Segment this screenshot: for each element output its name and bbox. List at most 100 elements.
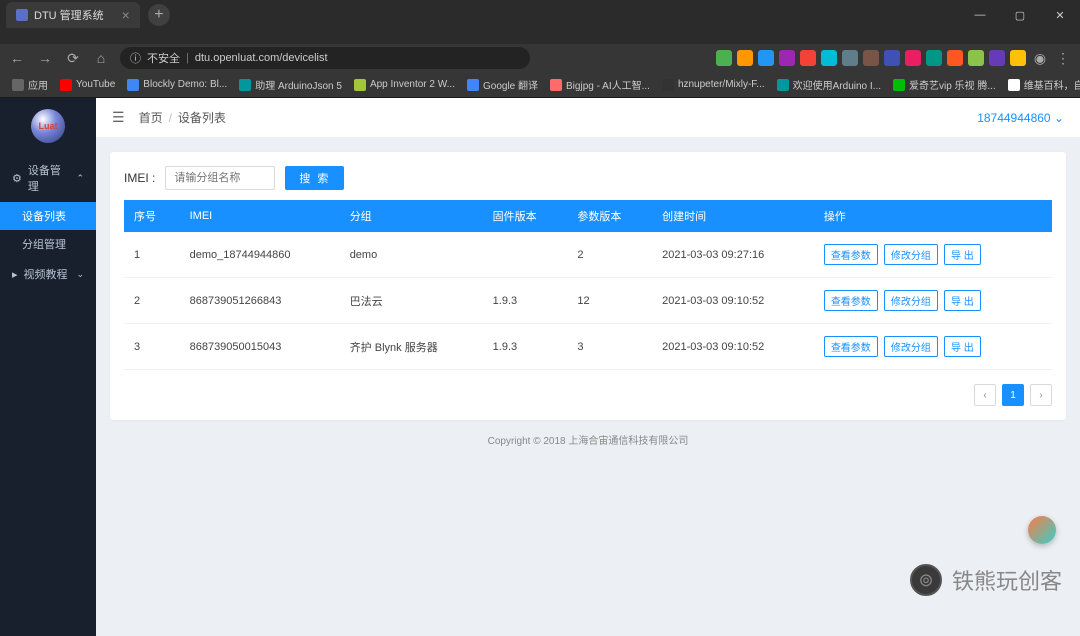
edit-group-button[interactable]: 修改分组 <box>884 290 938 311</box>
ext-icon[interactable] <box>863 50 879 66</box>
bookmark-item[interactable]: 维基百科，自由的... <box>1004 77 1080 92</box>
logo[interactable]: Luat <box>0 98 96 154</box>
wechat-icon: ⊚ <box>910 564 942 596</box>
extension-icons: ◉ ⋮ <box>716 50 1072 67</box>
export-button[interactable]: 导 出 <box>944 290 981 311</box>
address-bar[interactable]: ⓘ 不安全 | dtu.openluat.com/devicelist <box>120 47 530 69</box>
ext-icon[interactable] <box>758 50 774 66</box>
ext-icon[interactable] <box>989 50 1005 66</box>
apps-bookmark[interactable]: 应用 <box>8 77 52 92</box>
cell-index: 2 <box>124 278 180 324</box>
ext-icon[interactable] <box>779 50 795 66</box>
ext-icon[interactable] <box>1010 50 1026 66</box>
close-tab-icon[interactable]: × <box>122 7 130 23</box>
browser-tab[interactable]: DTU 管理系统 × <box>6 2 140 28</box>
cell-imei: 868739050015043 <box>180 324 340 370</box>
minimize-button[interactable]: — <box>960 0 1000 30</box>
ext-icon[interactable] <box>800 50 816 66</box>
cell-actions: 查看参数 修改分组 导 出 <box>814 278 1052 324</box>
url-text: dtu.openluat.com/devicelist <box>195 52 328 64</box>
ext-icon[interactable] <box>926 50 942 66</box>
ext-icon[interactable] <box>947 50 963 66</box>
chevron-down-icon: ⌄ <box>76 269 84 280</box>
sidebar-item-group-manage[interactable]: 分组管理 <box>0 230 96 258</box>
cell-created: 2021-03-03 09:10:52 <box>652 278 814 324</box>
close-window-button[interactable]: ✕ <box>1040 0 1080 30</box>
bookmark-item[interactable]: 欢迎使用Arduino I... <box>773 77 885 92</box>
lock-warning-icon: ⓘ <box>130 50 141 66</box>
cell-imei: demo_18744944860 <box>180 232 340 278</box>
cell-imei: 868739051266843 <box>180 278 340 324</box>
forward-button[interactable]: → <box>36 50 54 66</box>
edit-group-button[interactable]: 修改分组 <box>884 336 938 357</box>
bookmark-item[interactable]: hznupeter/Mixly-F... <box>658 79 769 91</box>
breadcrumb-current: 设备列表 <box>178 109 226 126</box>
ext-icon[interactable] <box>905 50 921 66</box>
edit-group-button[interactable]: 修改分组 <box>884 244 938 265</box>
page-prev[interactable]: ‹ <box>974 384 996 406</box>
page-1[interactable]: 1 <box>1002 384 1024 406</box>
export-button[interactable]: 导 出 <box>944 336 981 357</box>
ext-icon[interactable] <box>842 50 858 66</box>
th-group: 分组 <box>340 200 483 232</box>
table-row: 1 demo_18744944860 demo 2 2021-03-03 09:… <box>124 232 1052 278</box>
bookmark-item[interactable]: YouTube <box>56 79 119 91</box>
topbar: ☰ 首页 / 设备列表 18744944860 ⌄ <box>96 98 1080 138</box>
ext-icon[interactable] <box>884 50 900 66</box>
view-params-button[interactable]: 查看参数 <box>824 290 878 311</box>
bookmark-item[interactable]: Google 翻译 <box>463 77 542 92</box>
cell-fw: 1.9.3 <box>483 278 568 324</box>
new-tab-button[interactable]: + <box>148 4 170 26</box>
th-created: 创建时间 <box>652 200 814 232</box>
bookmark-item[interactable]: Bigjpg - AI人工智... <box>546 77 654 92</box>
home-button[interactable]: ⌂ <box>92 50 110 66</box>
table-row: 2 868739051266843 巴法云 1.9.3 12 2021-03-0… <box>124 278 1052 324</box>
sidebar-group-video[interactable]: ▸ 视频教程 ⌄ <box>0 258 96 290</box>
user-phone[interactable]: 18744944860 ⌄ <box>977 111 1064 125</box>
tab-title: DTU 管理系统 <box>34 7 104 23</box>
th-actions: 操作 <box>814 200 1052 232</box>
cell-fw <box>483 232 568 278</box>
view-params-button[interactable]: 查看参数 <box>824 244 878 265</box>
reload-button[interactable]: ⟳ <box>64 50 82 67</box>
breadcrumb-home[interactable]: 首页 <box>139 109 163 126</box>
sidebar-group-device[interactable]: ⚙ 设备管理 ⌃ <box>0 154 96 202</box>
ext-icon[interactable] <box>716 50 732 66</box>
cell-index: 1 <box>124 232 180 278</box>
device-list-card: IMEI : 搜 索 序号 IMEI 分组 固件版本 参数版本 创建时间 操 <box>110 152 1066 420</box>
th-fw: 固件版本 <box>483 200 568 232</box>
page-next[interactable]: › <box>1030 384 1052 406</box>
hamburger-icon[interactable]: ☰ <box>112 109 125 126</box>
video-icon: ▸ <box>12 268 18 281</box>
cell-group: 齐护 Blynk 服务器 <box>340 324 483 370</box>
export-button[interactable]: 导 出 <box>944 244 981 265</box>
ext-icon[interactable] <box>737 50 753 66</box>
watermark: ⊚ 铁熊玩创客 <box>910 564 1062 596</box>
bookmark-item[interactable]: App Inventor 2 W... <box>350 79 459 91</box>
bookmarks-bar: 应用 YouTube Blockly Demo: Bl... 助理 Arduin… <box>0 72 1080 98</box>
breadcrumb-sep: / <box>169 111 172 125</box>
profile-icon[interactable]: ◉ <box>1031 50 1049 67</box>
view-params-button[interactable]: 查看参数 <box>824 336 878 357</box>
menu-icon[interactable]: ⋮ <box>1054 50 1072 67</box>
favicon <box>16 9 28 21</box>
search-button[interactable]: 搜 索 <box>285 166 344 190</box>
security-label: 不安全 <box>147 50 180 66</box>
cell-index: 3 <box>124 324 180 370</box>
ext-icon[interactable] <box>821 50 837 66</box>
ext-icon[interactable] <box>968 50 984 66</box>
th-index: 序号 <box>124 200 180 232</box>
back-button[interactable]: ← <box>8 50 26 66</box>
cell-actions: 查看参数 修改分组 导 出 <box>814 232 1052 278</box>
th-pv: 参数版本 <box>567 200 652 232</box>
bookmark-item[interactable]: 爱奇艺vip 乐视 腾... <box>889 77 1000 92</box>
gear-icon: ⚙ <box>12 172 22 185</box>
footer-copyright: Copyright © 2018 上海合宙通信科技有限公司 <box>110 420 1066 483</box>
bookmark-item[interactable]: Blockly Demo: Bl... <box>123 79 231 91</box>
floating-action-button[interactable] <box>1028 516 1056 544</box>
bookmark-item[interactable]: 助理 ArduinoJson 5 <box>235 77 346 92</box>
maximize-button[interactable]: ▢ <box>1000 0 1040 30</box>
sidebar-item-device-list[interactable]: 设备列表 <box>0 202 96 230</box>
pagination: ‹ 1 › <box>124 384 1052 406</box>
imei-search-input[interactable] <box>165 166 275 190</box>
